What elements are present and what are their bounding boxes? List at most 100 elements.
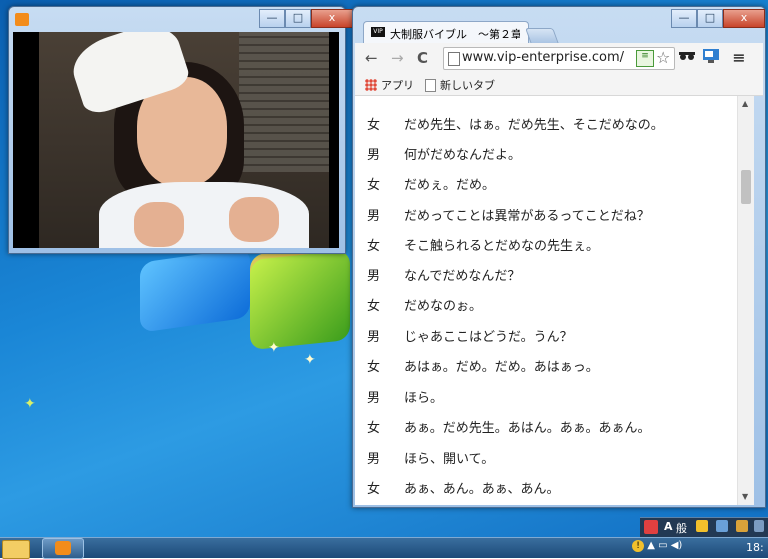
favicon-icon: VIP — [371, 27, 385, 37]
speaker-label: 男 — [367, 391, 381, 406]
bookmark-apps[interactable]: アプリ — [365, 77, 414, 93]
dialogue-text: 何がだめなんだよ。 — [404, 148, 522, 163]
speaker-label: 女 — [367, 360, 381, 375]
dialogue-text: だめぇ。だめ。 — [404, 178, 496, 193]
browser-toolbar: ← → C ≡ ☆ ≡ — [355, 43, 763, 73]
cast-icon[interactable] — [701, 48, 721, 66]
dialogue-text: ほら。 — [404, 391, 444, 406]
media-player-icon — [15, 13, 29, 26]
ime-icon[interactable] — [644, 520, 658, 534]
dialogue-line: 男 何がだめなんだよ。 — [367, 144, 521, 163]
warning-icon[interactable]: ! — [632, 540, 644, 552]
speaker-label: 女 — [367, 482, 381, 497]
speaker-label: 男 — [367, 269, 381, 284]
browser-tab[interactable]: VIP 大制服バイブル ～第２章 — [363, 21, 529, 44]
forward-arrow-icon[interactable]: → — [391, 49, 404, 67]
dialogue-text: だめなのぉ。 — [404, 299, 483, 314]
tray-icon[interactable] — [716, 520, 728, 532]
system-tray: ! ▲ ▭ ◀) — [632, 540, 682, 552]
window-controls: — □ x — [259, 9, 353, 28]
dialogue-line: 女 だめなのぉ。 — [367, 295, 482, 314]
dialogue-line: 男 ほら。 — [367, 387, 443, 406]
speaker-label: 女 — [367, 421, 381, 436]
address-bar[interactable]: ≡ ☆ — [443, 47, 675, 70]
document-icon — [425, 78, 436, 92]
taskbar-media-player-button[interactable] — [42, 538, 84, 559]
speaker-label: 女 — [367, 239, 381, 254]
speaker-label: 男 — [367, 148, 381, 163]
url-input[interactable] — [462, 49, 632, 66]
bookmark-label: アプリ — [381, 79, 414, 92]
dialogue-line: 女 だめぇ。だめ。 — [367, 174, 495, 193]
dialogue-text: じゃあここはどうだ。うん？ — [404, 330, 573, 345]
page-content[interactable]: 女だめ先生、はぁ。だめ先生、そこだめなの。 男何がだめなんだよ。 女だめぇ。だめ… — [355, 96, 753, 505]
extension-icon[interactable]: ≡ — [636, 50, 654, 67]
media-player-window[interactable]: — □ x — [8, 6, 353, 254]
windows-logo-green — [250, 249, 350, 351]
minimize-button[interactable]: — — [259, 9, 285, 28]
bookmark-label: 新しいタブ — [440, 79, 495, 92]
dialogue-line: 男 なんでだめなんだ？ — [367, 265, 520, 284]
dialogue-text: そこ触られるとだめなの先生ぇ。 — [404, 239, 600, 254]
dialogue-line: 女 あぁ。だめ先生。あはん。あぁ。あぁん。 — [367, 417, 651, 436]
volume-icon[interactable]: ◀) — [671, 540, 683, 551]
incognito-icon[interactable] — [677, 48, 697, 66]
arrow-up-icon[interactable]: ▲ — [647, 540, 658, 551]
explorer-folder-icon[interactable] — [2, 540, 30, 559]
video-frame[interactable] — [13, 32, 339, 248]
back-arrow-icon[interactable]: ← — [365, 49, 378, 67]
dialogue-line: 男 だめってことは異常があるってことだね？ — [367, 205, 650, 224]
window-controls: — □ x — [671, 9, 765, 28]
dialogue-text: だめってことは異常があるってことだね？ — [404, 209, 650, 224]
sparkle-icon: ✦ — [304, 352, 316, 368]
menu-icon[interactable]: ≡ — [729, 48, 749, 67]
vertical-scrollbar[interactable]: ▲ ▼ — [737, 96, 754, 505]
dialogue-line: 男 じゃあここはどうだ。うん？ — [367, 326, 573, 345]
tray-icon[interactable] — [754, 520, 764, 532]
scroll-up-icon[interactable]: ▲ — [742, 99, 748, 108]
hand-shape — [134, 202, 184, 247]
bookmark-star-icon[interactable]: ☆ — [656, 48, 670, 67]
reload-icon[interactable]: C — [417, 49, 428, 67]
taskbar-clock[interactable]: 18: — [746, 541, 764, 554]
maximize-button[interactable]: □ — [285, 9, 311, 28]
sparkle-icon: ✦ — [24, 396, 36, 412]
minimize-button[interactable]: — — [671, 9, 697, 28]
background-tiles — [239, 32, 329, 172]
dialogue-text: なんでだめなんだ？ — [404, 269, 521, 284]
bookmark-new-tab[interactable]: 新しいタブ — [425, 77, 495, 93]
ime-mode[interactable]: 般 — [676, 520, 687, 536]
maximize-button[interactable]: □ — [697, 9, 723, 28]
tray-icon[interactable] — [696, 520, 708, 532]
network-icon[interactable]: ▭ — [658, 540, 667, 551]
dialogue-text: あぁ。だめ先生。あはん。あぁ。あぁん。 — [404, 421, 651, 436]
dialogue-line: 女 あはぁ。だめ。だめ。あはぁっ。 — [367, 356, 599, 375]
dialogue-line: 女 そこ触られるとだめなの先生ぇ。 — [367, 235, 599, 254]
page-icon — [448, 52, 460, 66]
speaker-label: 男 — [367, 452, 381, 467]
scrollbar-thumb[interactable] — [741, 170, 751, 204]
speaker-label: 女 — [367, 299, 381, 314]
dialogue-text: ほら、開いて。 — [404, 452, 495, 467]
language-indicator[interactable]: A — [664, 520, 673, 533]
language-bar: A 般 — [640, 517, 768, 538]
speaker-label: 女 — [367, 178, 381, 193]
close-button[interactable]: x — [311, 9, 353, 28]
close-button[interactable]: x — [723, 9, 765, 28]
windows-logo-blue — [140, 247, 250, 333]
browser-window[interactable]: VIP 大制服バイブル ～第２章 — □ x ← → C ≡ ☆ ≡ アプリ — [352, 6, 766, 508]
dialogue-text: だめ先生、はぁ。だめ先生、そこだめなの。 — [404, 118, 664, 133]
dialogue-line: 女 だめ先生、はぁ。だめ先生、そこだめなの。 — [367, 114, 664, 133]
dialogue-line: 女 あぁ、あん。あぁ、あん。 — [367, 478, 560, 497]
apps-grid-icon — [365, 79, 377, 91]
tray-icon[interactable] — [736, 520, 748, 532]
hand-shape — [229, 197, 279, 242]
new-tab-button[interactable] — [525, 28, 559, 44]
speaker-label: 男 — [367, 330, 381, 345]
speaker-label: 女 — [367, 118, 381, 133]
media-player-icon — [55, 541, 71, 555]
bookmarks-bar: アプリ 新しいタブ — [355, 73, 763, 96]
scroll-down-icon[interactable]: ▼ — [742, 492, 748, 501]
dialogue-line: 男 ほら、開いて。 — [367, 448, 494, 467]
video-scene — [39, 32, 329, 248]
